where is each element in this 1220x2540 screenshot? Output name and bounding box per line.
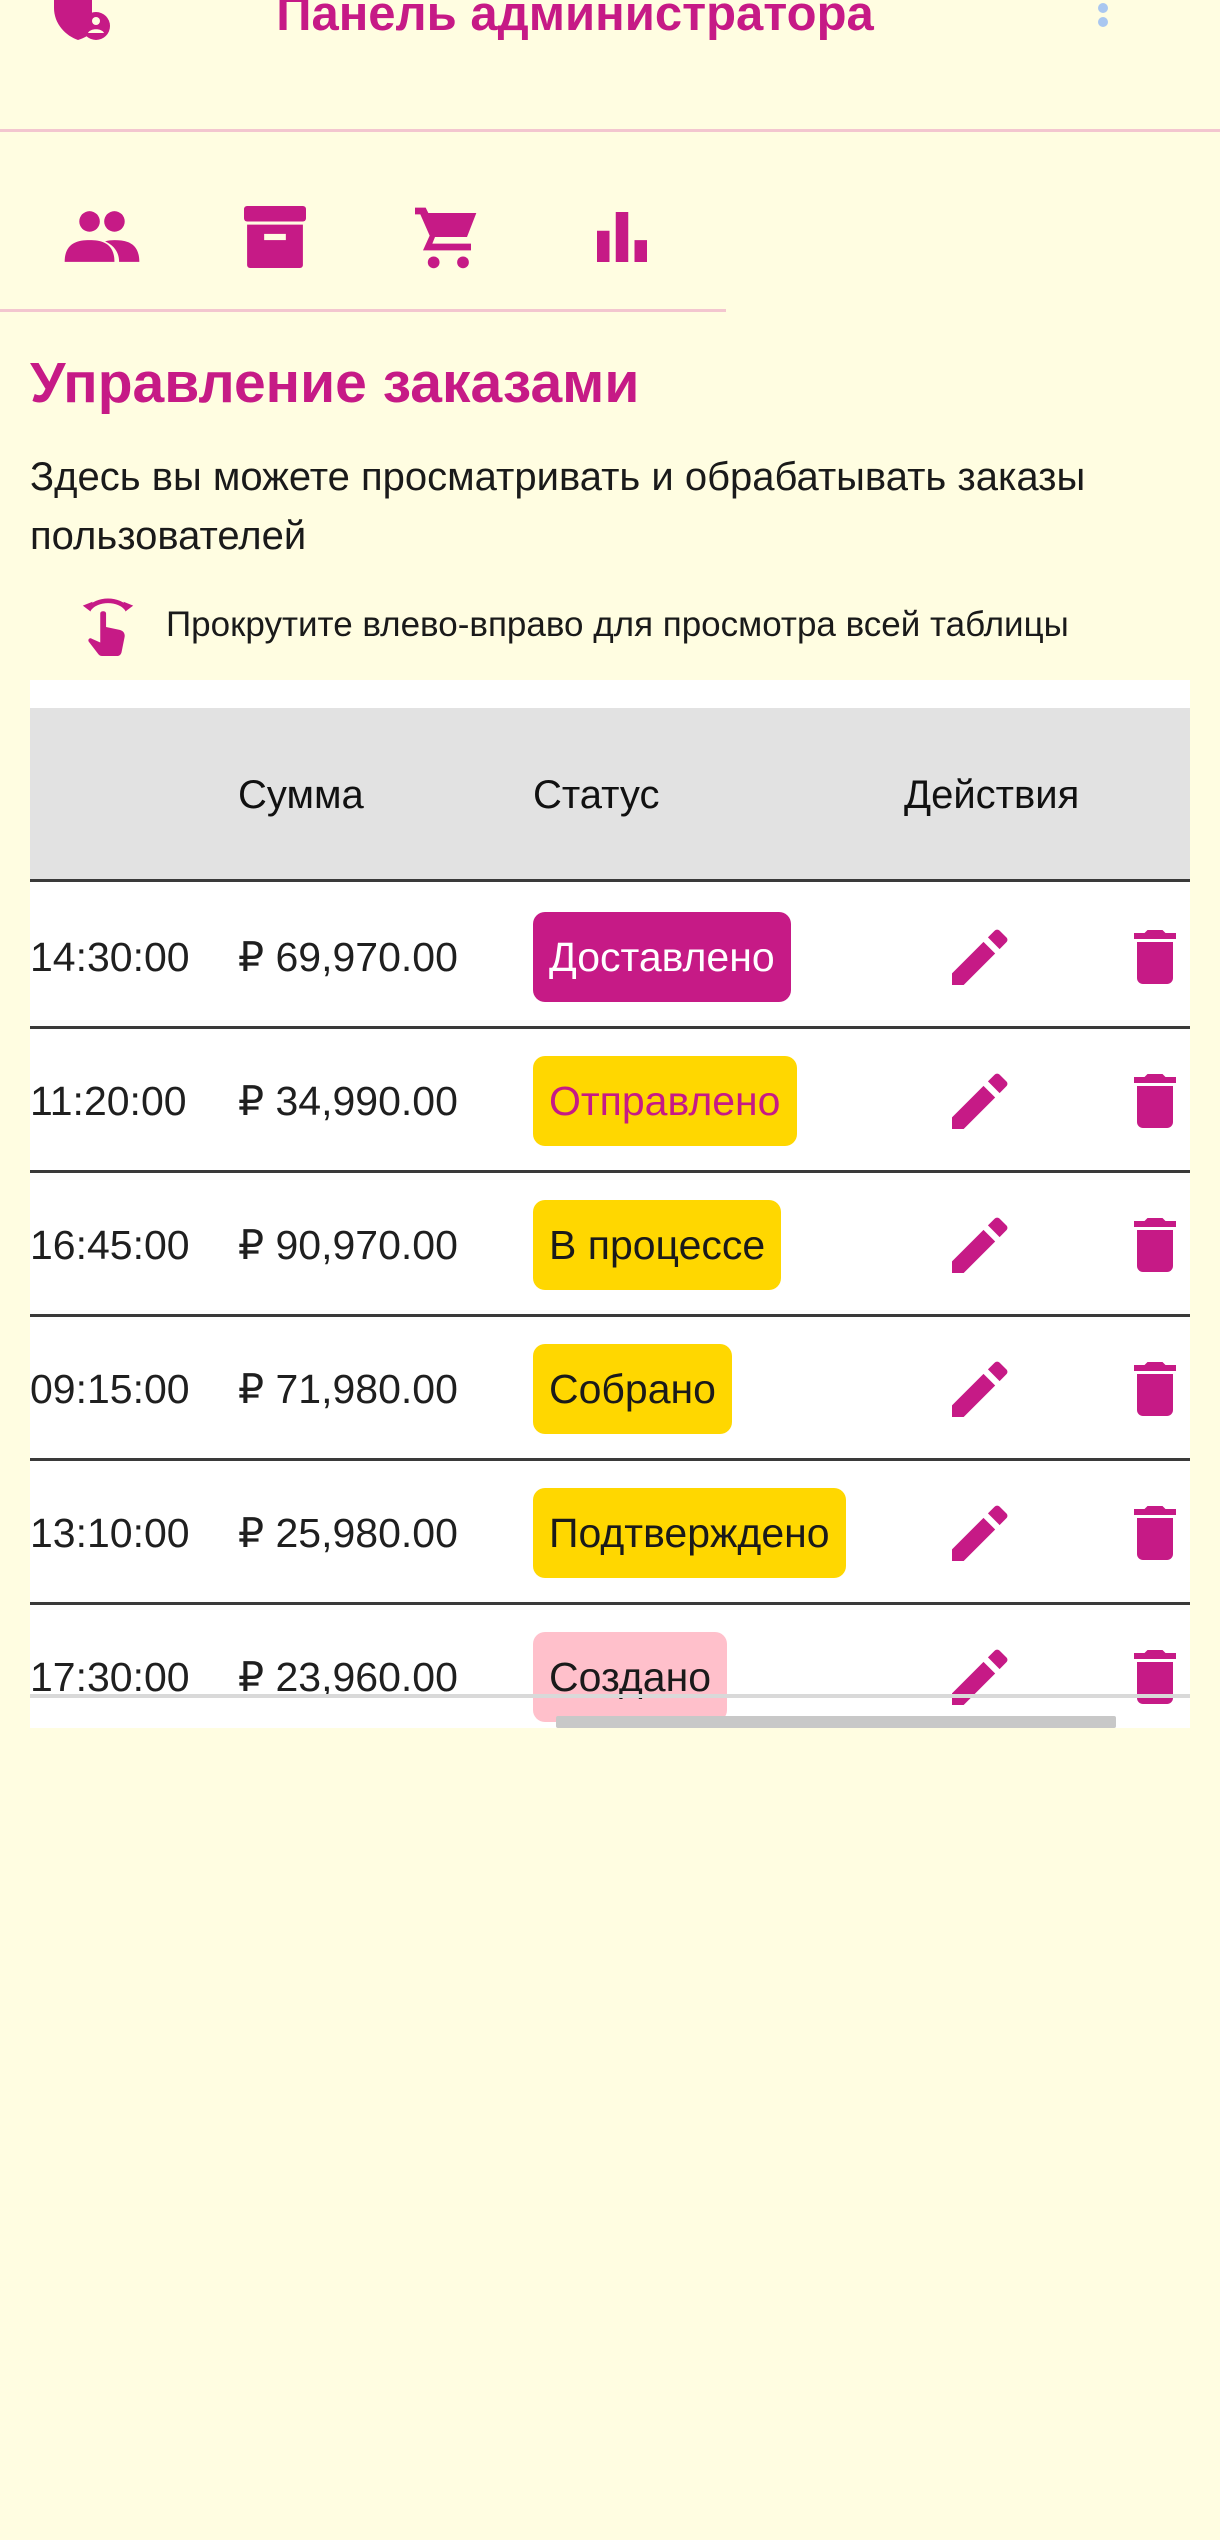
table-header: Сумма Статус Действия	[30, 708, 1190, 882]
edit-icon	[952, 1361, 1008, 1417]
admin-tabs	[0, 132, 726, 312]
more-vert-icon[interactable]	[1090, 0, 1116, 44]
edit-button[interactable]	[940, 1173, 1020, 1317]
table-row[interactable]: 16:45:00 ₽ 90,970.00 В процессе	[30, 1173, 1190, 1317]
section-title: Управление заказами	[30, 351, 640, 415]
delete-icon	[1134, 1362, 1176, 1416]
scroll-hint-text: Прокрутите влево-вправо для просмотра вс…	[166, 605, 1069, 644]
cart-icon	[415, 207, 477, 269]
tab-users[interactable]	[62, 202, 142, 272]
cell-time: 14:30:00	[30, 933, 190, 980]
cell-status: Доставлено	[533, 885, 791, 1029]
status-badge: Создано	[533, 1632, 728, 1722]
status-badge: Отправлено	[533, 1056, 797, 1146]
delete-button[interactable]	[1120, 1317, 1190, 1461]
header-status[interactable]: Статус	[533, 708, 659, 882]
tab-orders[interactable]	[407, 202, 487, 272]
delete-icon	[1134, 1218, 1176, 1272]
table-row[interactable]: 11:20:00 ₽ 34,990.00 Отправлено	[30, 1029, 1190, 1173]
edit-icon	[952, 1217, 1008, 1273]
header-sum[interactable]: Сумма	[238, 708, 364, 882]
cell-status: Создано	[533, 1605, 728, 1728]
delete-button[interactable]	[1120, 1173, 1190, 1317]
horizontal-scroll-track	[30, 1694, 1190, 1698]
delete-button[interactable]	[1120, 1029, 1190, 1173]
cell-sum: ₽ 90,970.00	[238, 1222, 458, 1268]
cell-time: 16:45:00	[30, 1221, 190, 1268]
bar-chart-icon	[597, 212, 647, 262]
archive-icon	[244, 206, 306, 268]
table-row[interactable]: 13:10:00 ₽ 25,980.00 Подтверждено	[30, 1461, 1190, 1605]
people-icon	[64, 211, 140, 262]
cell-status: Отправлено	[533, 1029, 797, 1173]
cell-time: 11:20:00	[30, 1077, 187, 1124]
delete-icon	[1134, 1506, 1176, 1560]
section-description: Здесь вы можете просматривать и обрабаты…	[30, 455, 1086, 558]
edit-icon	[952, 1505, 1008, 1561]
header-actions: Действия	[904, 772, 1080, 817]
edit-icon	[952, 929, 1008, 985]
cell-time: 17:30:00	[30, 1653, 190, 1700]
cell-status: Собрано	[533, 1317, 732, 1461]
page-title: Панель администратора	[276, 0, 874, 41]
delete-button[interactable]	[1120, 1605, 1190, 1728]
delete-button[interactable]	[1120, 1461, 1190, 1605]
edit-button[interactable]	[940, 1461, 1020, 1605]
delete-button[interactable]	[1120, 885, 1190, 1029]
status-badge: В процессе	[533, 1200, 782, 1290]
cell-status: В процессе	[533, 1173, 782, 1317]
cell-sum: ₽ 69,970.00	[238, 934, 458, 980]
cell-time: 09:15:00	[30, 1365, 190, 1412]
edit-icon	[952, 1073, 1008, 1129]
cell-status: Подтверждено	[533, 1461, 846, 1605]
top-app-bar: Панель администратора	[0, 0, 1220, 132]
delete-icon	[1134, 930, 1176, 984]
tab-stats[interactable]	[582, 202, 662, 272]
status-badge: Собрано	[533, 1344, 732, 1434]
status-badge: Подтверждено	[533, 1488, 846, 1578]
admin-app: Панель администратора Управление заказам…	[0, 0, 1220, 2540]
cell-time: 13:10:00	[30, 1509, 190, 1556]
orders-table[interactable]: Сумма Статус Действия 14:30:00 ₽ 69,970.…	[30, 680, 1190, 1728]
edit-button[interactable]	[940, 1605, 1020, 1728]
table-row[interactable]: 17:30:00 ₽ 23,960.00 Создано	[30, 1605, 1190, 1728]
edit-button[interactable]	[940, 885, 1020, 1029]
tab-archive[interactable]	[235, 202, 315, 272]
cell-sum: ₽ 71,980.00	[238, 1366, 458, 1412]
swipe-icon	[82, 598, 134, 656]
table-row[interactable]: 14:30:00 ₽ 69,970.00 Доставлено	[30, 885, 1190, 1029]
horizontal-scrollbar[interactable]	[556, 1716, 1116, 1728]
edit-button[interactable]	[940, 1317, 1020, 1461]
delete-icon	[1134, 1074, 1176, 1128]
cell-sum: ₽ 25,980.00	[238, 1510, 458, 1556]
scroll-hint: Прокрутите влево-вправо для просмотра вс…	[80, 590, 1069, 660]
table-row[interactable]: 09:15:00 ₽ 71,980.00 Собрано	[30, 1317, 1190, 1461]
cell-sum: ₽ 23,960.00	[238, 1654, 458, 1700]
edit-button[interactable]	[940, 1029, 1020, 1173]
cell-sum: ₽ 34,990.00	[238, 1078, 458, 1124]
status-badge: Доставлено	[533, 912, 791, 1002]
